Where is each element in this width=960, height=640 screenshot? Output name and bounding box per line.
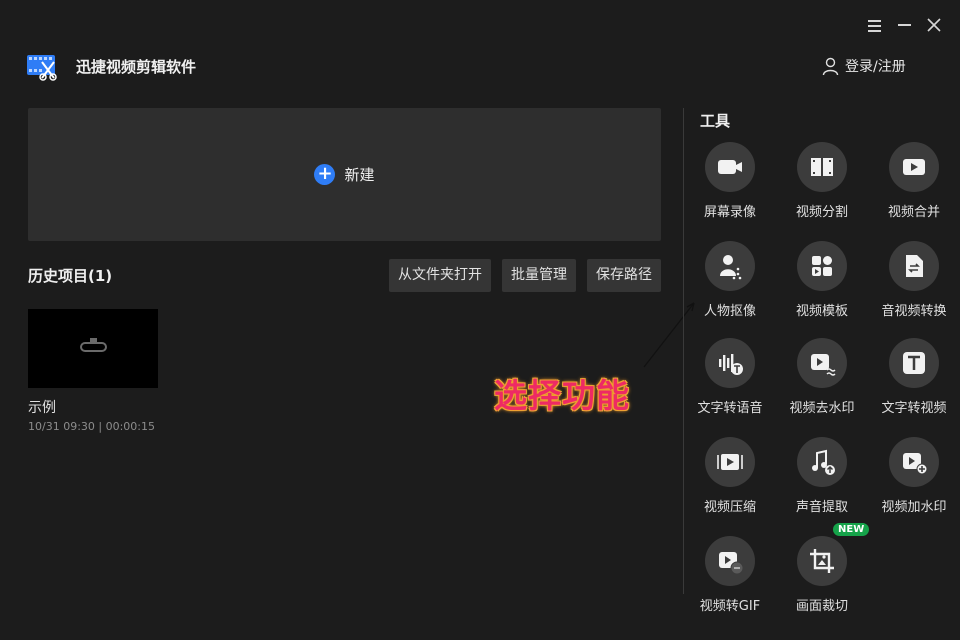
tool-label: 屏幕录像 <box>703 205 756 220</box>
login-button[interactable]: 登录/注册 <box>822 56 906 76</box>
gif-icon <box>719 552 744 575</box>
tool-video-merge[interactable]: 视频合并 <box>868 142 960 232</box>
tool-video-template[interactable]: 视频模板 <box>776 241 868 331</box>
tool-label: 视频模板 <box>795 304 848 319</box>
tool-video-to-gif[interactable]: 视频转GIF <box>684 536 776 626</box>
window-controls <box>866 14 942 36</box>
open-folder-button[interactable]: 从文件夹打开 <box>389 259 491 292</box>
tool-icon-wrap <box>705 437 755 487</box>
tool-crop[interactable]: NEW 画面裁切 <box>776 522 871 626</box>
tool-icon-wrap <box>797 437 847 487</box>
close-icon[interactable] <box>926 14 942 36</box>
crop-icon <box>810 549 834 573</box>
tool-label: 视频转GIF <box>699 599 761 614</box>
tool-label: 视频加水印 <box>881 500 947 515</box>
camera-icon <box>718 160 742 174</box>
tool-label: 文字转视频 <box>881 401 947 416</box>
new-project-button[interactable]: + 新建 <box>314 164 375 185</box>
convert-icon <box>906 255 923 277</box>
save-path-button[interactable]: 保存路径 <box>587 259 661 292</box>
tool-label: 音视频转换 <box>881 304 947 319</box>
tool-icon-wrap <box>889 142 939 192</box>
project-meta: 10/31 09:30 | 00:00:15 <box>28 420 155 433</box>
add-watermark-icon <box>903 453 928 475</box>
tool-icon-wrap <box>797 536 847 586</box>
tool-av-convert[interactable]: 音视频转换 <box>868 241 960 331</box>
compress-icon <box>717 454 743 470</box>
tool-text-to-speech[interactable]: 文字转语音 <box>684 338 776 428</box>
plus-icon: + <box>314 164 336 185</box>
tools-title: 工具 <box>700 112 731 130</box>
user-icon <box>822 57 839 75</box>
project-name[interactable]: 示例 <box>28 397 56 417</box>
tool-add-watermark[interactable]: 视频加水印 <box>868 437 960 527</box>
tool-icon-wrap <box>797 142 847 192</box>
text-to-speech-icon <box>719 354 743 375</box>
project-thumbnail[interactable] <box>28 309 158 388</box>
tool-label: 声音提取 <box>795 500 848 515</box>
tool-person-cutout[interactable]: 人物抠像 <box>684 241 776 331</box>
tool-video-compress[interactable]: 视频压缩 <box>684 437 776 527</box>
tool-label: 视频压缩 <box>703 500 756 515</box>
app-title: 迅捷视频剪辑软件 <box>76 58 197 76</box>
film-split-icon <box>811 158 833 176</box>
person-cutout-icon <box>720 255 742 280</box>
tool-screen-record[interactable]: 屏幕录像 <box>684 142 776 232</box>
tool-remove-watermark[interactable]: 视频去水印 <box>776 338 868 428</box>
tool-icon-wrap <box>705 536 755 586</box>
tool-video-split[interactable]: 视频分割 <box>776 142 868 232</box>
template-icon <box>812 256 832 276</box>
audio-extract-icon <box>812 449 835 475</box>
menu-icon[interactable] <box>866 14 882 36</box>
tool-label: 画面裁切 <box>795 599 848 614</box>
remove-watermark-icon <box>811 354 836 376</box>
tool-label: 人物抠像 <box>703 304 756 319</box>
login-label: 登录/注册 <box>845 59 906 75</box>
minimize-icon[interactable] <box>896 14 912 36</box>
tool-text-to-video[interactable]: 文字转视频 <box>868 338 960 428</box>
tool-icon-wrap <box>889 437 939 487</box>
history-actions: 从文件夹打开 批量管理 保存路径 <box>389 259 661 292</box>
tool-label: 视频去水印 <box>789 401 855 416</box>
annotation-label: 选择功能 <box>494 376 630 415</box>
tool-icon-wrap <box>705 241 755 291</box>
tool-label: 文字转语音 <box>697 401 763 416</box>
tool-icon-wrap <box>889 241 939 291</box>
video-merge-icon <box>903 159 925 175</box>
new-project-label: 新建 <box>344 166 375 184</box>
app-logo-icon <box>27 55 57 81</box>
tool-audio-extract[interactable]: 声音提取 <box>776 437 868 527</box>
text-to-video-icon <box>903 352 925 374</box>
tool-icon-wrap <box>705 142 755 192</box>
tool-icon-wrap <box>889 338 939 388</box>
tool-label: 视频分割 <box>795 205 848 220</box>
tool-icon-wrap <box>797 241 847 291</box>
batch-manage-button[interactable]: 批量管理 <box>502 259 576 292</box>
history-title: 历史项目(1) <box>28 267 113 285</box>
new-project-panel[interactable]: + 新建 <box>28 108 661 241</box>
video-placeholder-icon <box>80 338 107 352</box>
tool-icon-wrap <box>705 338 755 388</box>
tool-icon-wrap <box>797 338 847 388</box>
tool-label: 视频合并 <box>887 205 940 220</box>
new-badge: NEW <box>832 522 871 537</box>
